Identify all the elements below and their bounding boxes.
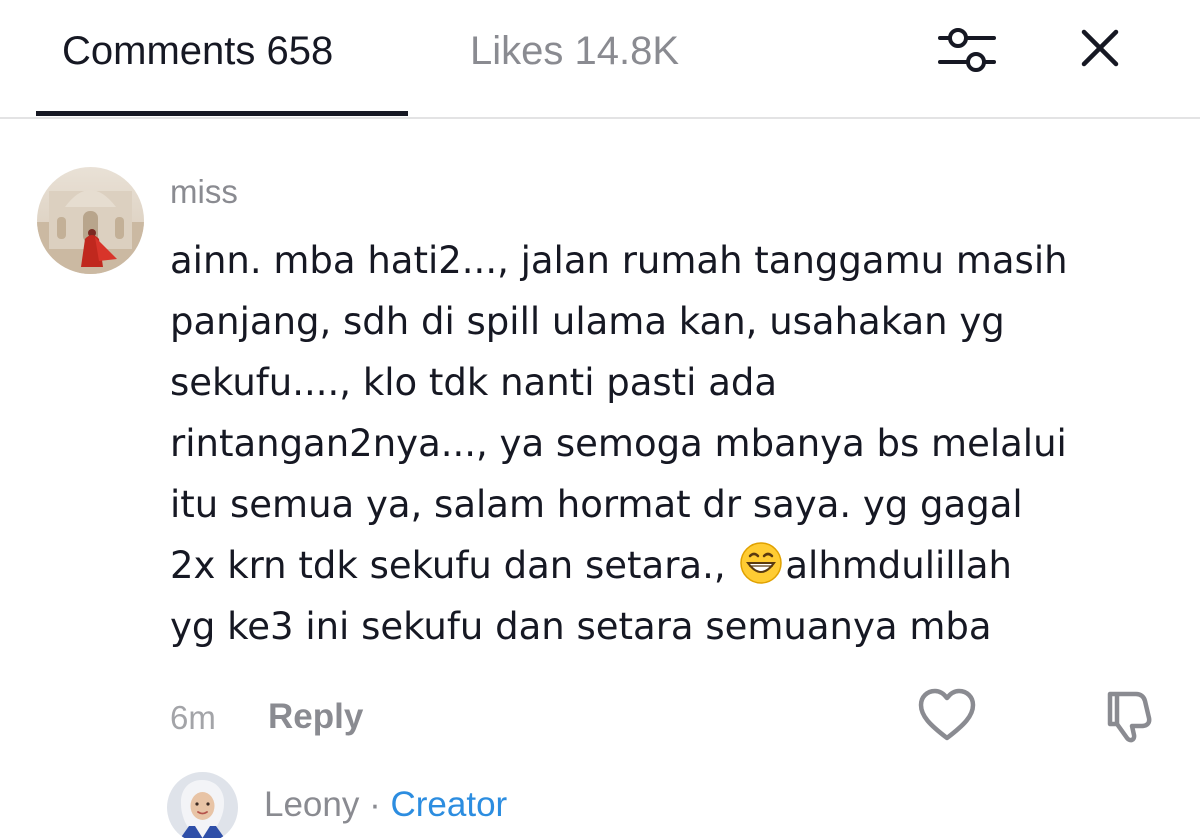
filter-sliders-icon[interactable] — [938, 24, 996, 76]
comment-line-with-emoji: 2x krn tdk sekufu dan setara., alhmdulil… — [170, 535, 1170, 596]
comments-panel: Comments 658 Likes 14.8K miss ainn. mba … — [0, 0, 1200, 838]
comment-line: ainn. mba hati2..., jalan rumah tanggamu… — [170, 239, 1068, 282]
comment-line-part: 2x krn tdk sekufu dan setara., — [170, 544, 738, 587]
comments-header: Comments 658 Likes 14.8K — [0, 0, 1200, 117]
comment-line: rintangan2nya..., ya semoga mbanya bs me… — [170, 422, 1067, 465]
active-tab-indicator — [36, 111, 408, 116]
reply-separator: · — [369, 785, 381, 824]
reply-author: Leony · Creator — [264, 784, 507, 826]
thumbs-down-icon[interactable] — [1100, 688, 1156, 744]
header-divider — [0, 117, 1200, 119]
comment-username[interactable]: miss — [170, 172, 238, 212]
comment-line: itu semua ya, salam hormat dr saya. yg g… — [170, 483, 1023, 526]
comment-line-part: alhmdulillah — [785, 544, 1012, 587]
creator-avatar[interactable] — [167, 772, 238, 838]
creator-badge: Creator — [390, 785, 508, 824]
user-avatar[interactable] — [37, 167, 144, 274]
reply-button[interactable]: Reply — [268, 696, 363, 738]
heart-outline-icon[interactable] — [918, 688, 976, 742]
comment-timestamp: 6m — [170, 699, 216, 736]
comment-line: panjang, sdh di spill ulama kan, usahaka… — [170, 300, 1005, 343]
reply-author-name[interactable]: Leony — [264, 785, 359, 824]
comment-line: sekufu...., klo tdk nanti pasti ada — [170, 361, 778, 404]
comment-text: ainn. mba hati2..., jalan rumah tanggamu… — [170, 230, 1170, 657]
tab-comments[interactable]: Comments 658 — [62, 27, 333, 75]
close-icon[interactable] — [1078, 26, 1122, 70]
grinning-face-emoji — [740, 542, 783, 584]
tab-likes[interactable]: Likes 14.8K — [470, 27, 679, 75]
comment-line: yg ke3 ini sekufu dan setara semuanya mb… — [170, 605, 992, 648]
